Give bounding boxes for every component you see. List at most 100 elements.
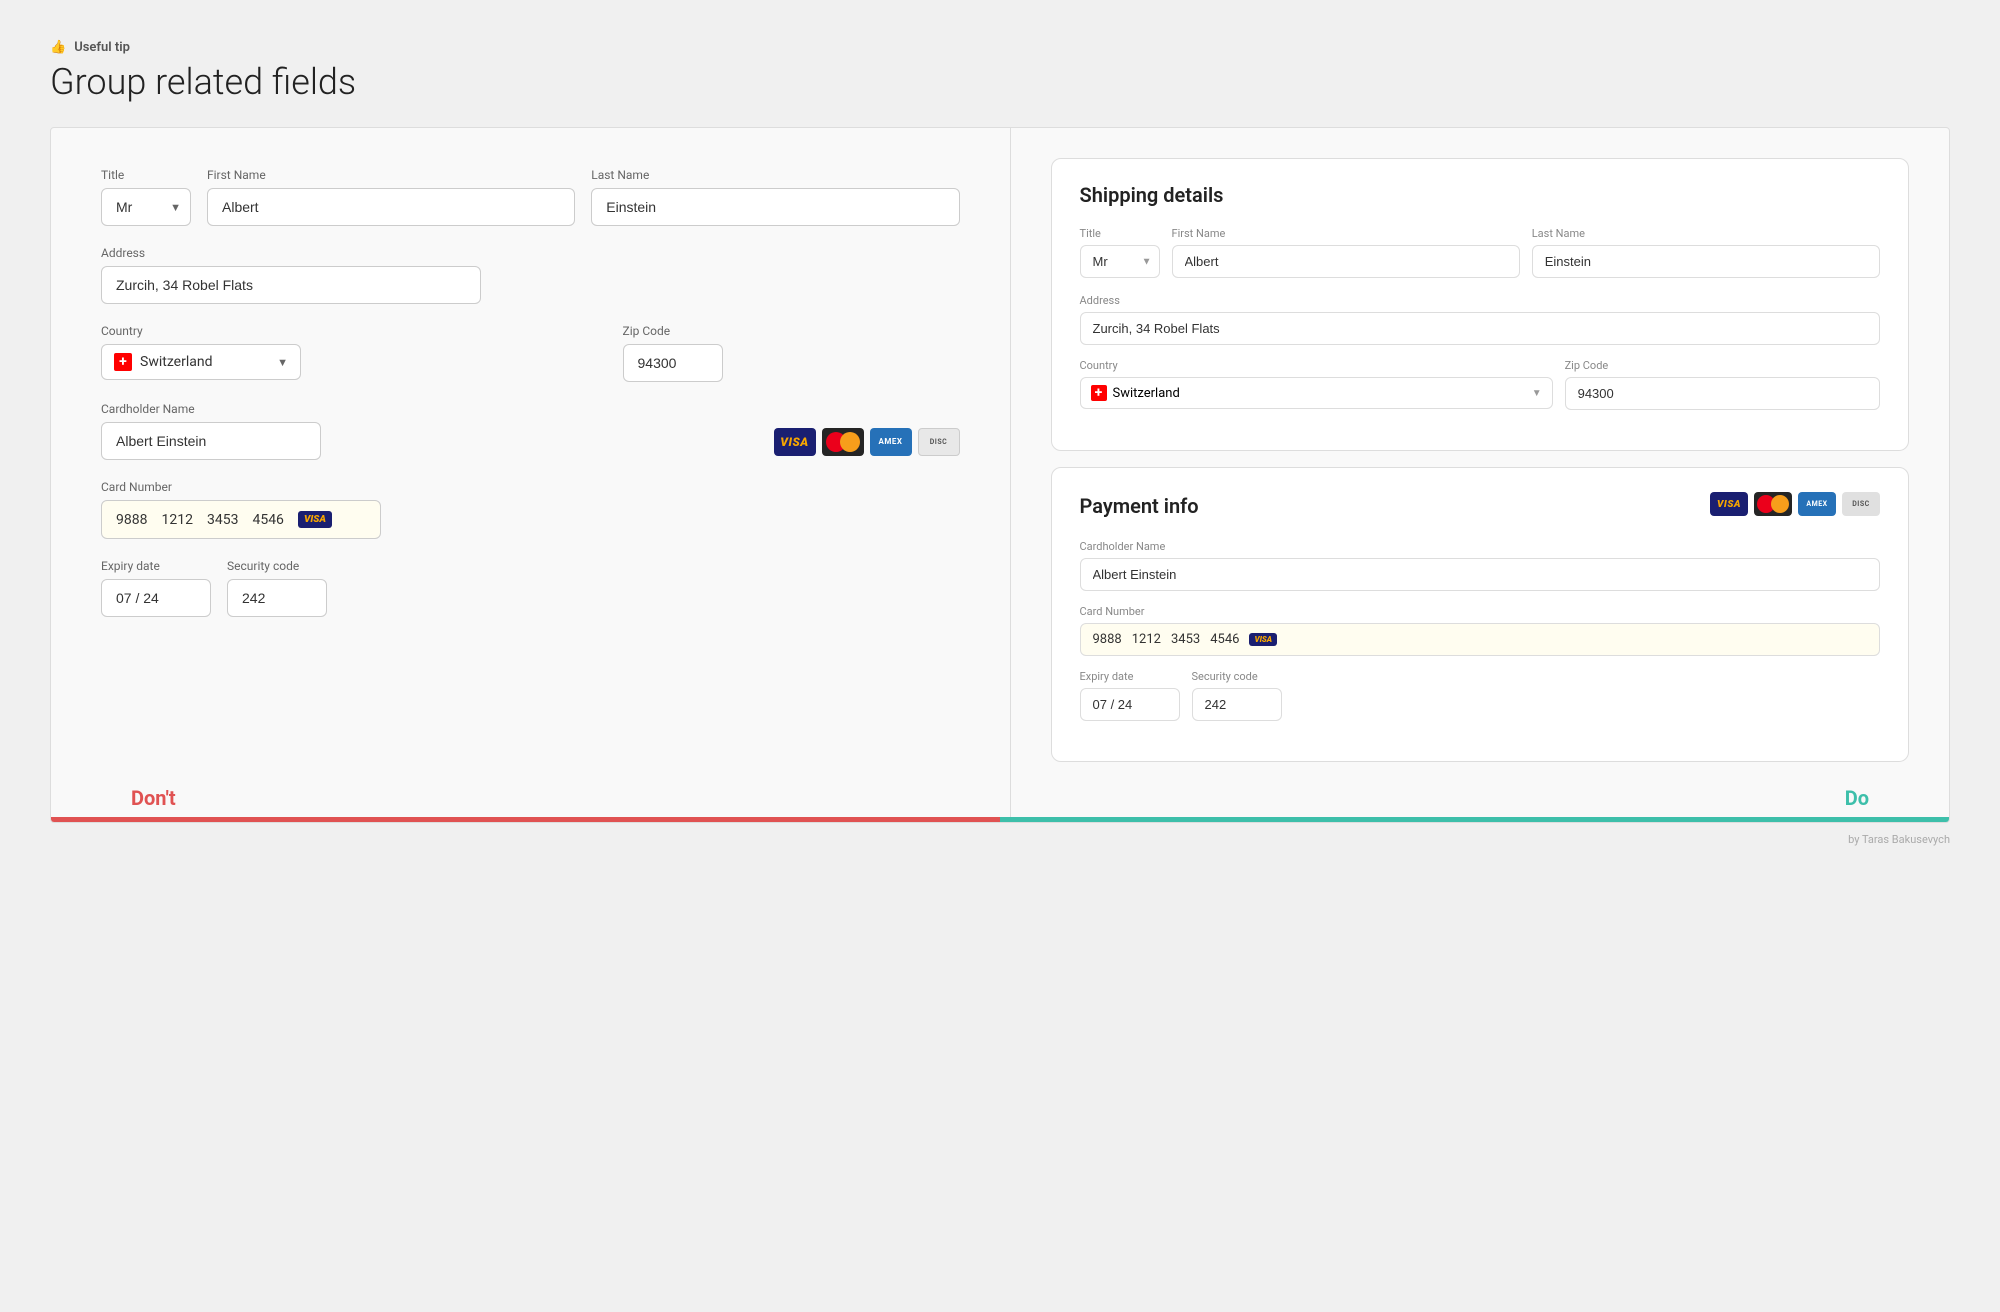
shipping-firstname-group: First Name [1172, 227, 1520, 278]
shipping-card: Shipping details Title Mr Ms Dr ▼ [1051, 158, 1910, 451]
lastname-input-left[interactable] [591, 188, 959, 226]
shipping-country-select[interactable]: Switzerland ▼ [1080, 377, 1553, 409]
firstname-input-left[interactable] [207, 188, 575, 226]
shipping-firstname-label: First Name [1172, 227, 1520, 240]
dont-label: Don't [131, 786, 176, 810]
payment-expiry-group: Expiry date [1080, 670, 1180, 721]
payment-card-number-label: Card Number [1080, 605, 1881, 618]
shipping-country-arrow: ▼ [1532, 388, 1542, 399]
country-arrow-left: ▼ [277, 356, 288, 369]
thumbsup-icon: 👍 [50, 40, 66, 55]
lastname-field-group-left: Last Name [591, 168, 959, 226]
page-header: 👍 Useful tip Group related fields [50, 40, 1950, 103]
lastname-label-left: Last Name [591, 168, 959, 182]
country-zip-row-left: Country Switzerland ▼ Zip Code [101, 324, 960, 382]
payment-security-input[interactable] [1192, 688, 1282, 721]
card-visa-badge-left: VISA [298, 511, 332, 528]
shipping-title: Shipping details [1080, 183, 1224, 207]
shipping-title-row: Shipping details [1080, 183, 1881, 207]
firstname-field-group-left: First Name [207, 168, 575, 226]
cardholder-field-group-left: Cardholder Name [101, 402, 758, 460]
card-number-label-left: Card Number [101, 480, 960, 494]
shipping-title-select[interactable]: Mr Ms Dr [1080, 245, 1160, 278]
card-seg3-left: 3453 [207, 512, 238, 528]
shipping-title-group: Title Mr Ms Dr ▼ [1080, 227, 1160, 278]
shipping-address-input[interactable] [1080, 312, 1881, 345]
cardholder-row-left: Cardholder Name VISA AMEX DISC [101, 402, 960, 460]
discover-logo-right: DISC [1842, 492, 1880, 516]
address-input-left[interactable] [101, 266, 481, 304]
title-label-left: Title [101, 168, 191, 182]
mc-logo-left [822, 428, 864, 456]
payment-expiry-security-row: Expiry date Security code [1080, 670, 1881, 721]
visa-logo-right: VISA [1710, 492, 1748, 516]
amex-logo-left: AMEX [870, 428, 912, 456]
zip-input-left[interactable] [623, 344, 723, 382]
pay-card-seg2: 1212 [1132, 632, 1161, 647]
country-field-group-left: Country Switzerland ▼ [101, 324, 607, 382]
shipping-zip-label: Zip Code [1565, 359, 1880, 372]
shipping-zip-input[interactable] [1565, 377, 1880, 410]
shipping-address-group: Address [1080, 294, 1881, 345]
payment-card-number-input[interactable]: 9888 1212 3453 4546 VISA [1080, 623, 1881, 656]
card-seg1-left: 9888 [116, 512, 147, 528]
shipping-country-zip-row: Country Switzerland ▼ Zip Code [1080, 359, 1881, 410]
left-panel: Title Mr Ms Dr ▼ First Name Last Name [51, 128, 1011, 822]
pay-card-seg1: 9888 [1093, 632, 1122, 647]
payment-title-row: Payment info VISA AMEX DISC [1080, 492, 1881, 520]
do-label: Do [1845, 786, 1869, 810]
country-label-left: Country [101, 324, 607, 338]
expiry-input-left[interactable] [101, 579, 211, 617]
payment-cardholder-group: Cardholder Name [1080, 540, 1881, 591]
address-label-left: Address [101, 246, 960, 260]
shipping-firstname-input[interactable] [1172, 245, 1520, 278]
name-row-left: Title Mr Ms Dr ▼ First Name Last Name [101, 168, 960, 226]
shipping-name-row: Title Mr Ms Dr ▼ First Name Las [1080, 227, 1881, 278]
country-select-left[interactable]: Switzerland ▼ [101, 344, 301, 380]
right-panel: Shipping details Title Mr Ms Dr ▼ [1011, 128, 1950, 822]
pay-card-seg4: 4546 [1210, 632, 1239, 647]
shipping-country-value: Switzerland [1113, 386, 1526, 401]
cardholder-input-left[interactable] [101, 422, 321, 460]
title-select-wrapper-left[interactable]: Mr Ms Dr ▼ [101, 188, 191, 226]
amex-logo-right: AMEX [1798, 492, 1836, 516]
address-field-group-left: Address [101, 246, 960, 304]
expiry-label-left: Expiry date [101, 559, 211, 573]
pay-visa-badge: VISA [1249, 633, 1277, 646]
shipping-lastname-input[interactable] [1532, 245, 1880, 278]
page-title: Group related fields [50, 61, 1950, 103]
card-number-input-left[interactable]: 9888 1212 3453 4546 VISA [101, 500, 381, 539]
payment-card-number-group: Card Number 9888 1212 3453 4546 VISA [1080, 605, 1881, 656]
security-label-left: Security code [227, 559, 327, 573]
swiss-flag-left [114, 353, 132, 371]
shipping-title-select-wrapper[interactable]: Mr Ms Dr ▼ [1080, 245, 1160, 278]
card-seg4-left: 4546 [252, 512, 283, 528]
title-field-group-left: Title Mr Ms Dr ▼ [101, 168, 191, 226]
shipping-country-label: Country [1080, 359, 1553, 372]
zip-label-left: Zip Code [623, 324, 960, 338]
mc-logo-right [1754, 492, 1792, 516]
discover-logo-left: DISC [918, 428, 960, 456]
payment-security-group: Security code [1192, 670, 1282, 721]
tip-label: 👍 Useful tip [50, 40, 1950, 55]
cardholder-label-left: Cardholder Name [101, 402, 758, 416]
payment-cardholder-label: Cardholder Name [1080, 540, 1881, 553]
shipping-lastname-label: Last Name [1532, 227, 1880, 240]
payment-title: Payment info [1080, 494, 1199, 518]
card-seg2-left: 1212 [161, 512, 192, 528]
security-input-left[interactable] [227, 579, 327, 617]
country-value-left: Switzerland [140, 354, 269, 370]
payment-expiry-input[interactable] [1080, 688, 1180, 721]
zip-field-group-left: Zip Code [623, 324, 960, 382]
title-select-left[interactable]: Mr Ms Dr [101, 188, 191, 226]
shipping-zip-group: Zip Code [1565, 359, 1880, 410]
visa-logo-left: VISA [774, 428, 816, 456]
shipping-lastname-group: Last Name [1532, 227, 1880, 278]
expiry-security-row-left: Expiry date Security code [101, 559, 960, 617]
card-logos-left: VISA AMEX DISC [774, 428, 960, 456]
attribution: by Taras Bakusevych [50, 833, 1950, 846]
card-logos-right: VISA AMEX DISC [1710, 492, 1880, 516]
pay-card-seg3: 3453 [1171, 632, 1200, 647]
payment-cardholder-input[interactable] [1080, 558, 1881, 591]
shipping-country-group: Country Switzerland ▼ [1080, 359, 1553, 410]
